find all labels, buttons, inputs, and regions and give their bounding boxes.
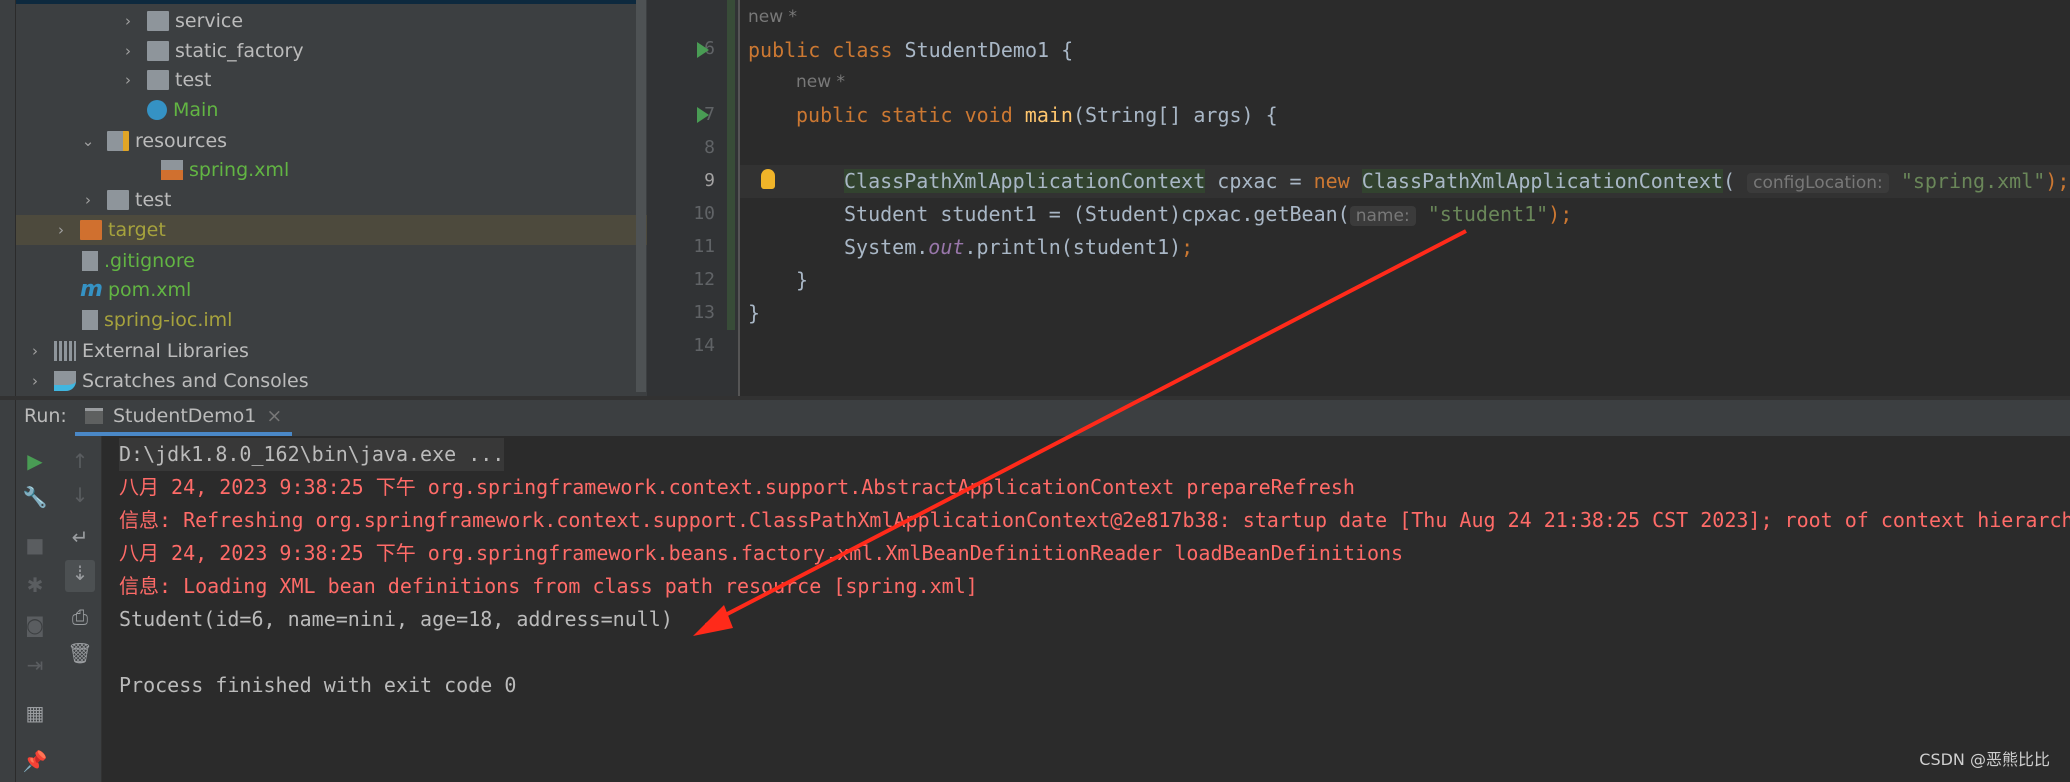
arrow-line bbox=[705, 229, 1467, 627]
annotation-arrow bbox=[693, 229, 1467, 636]
arrow-head bbox=[693, 605, 733, 636]
watermark: CSDN @恶熊比比 bbox=[1919, 750, 2050, 769]
